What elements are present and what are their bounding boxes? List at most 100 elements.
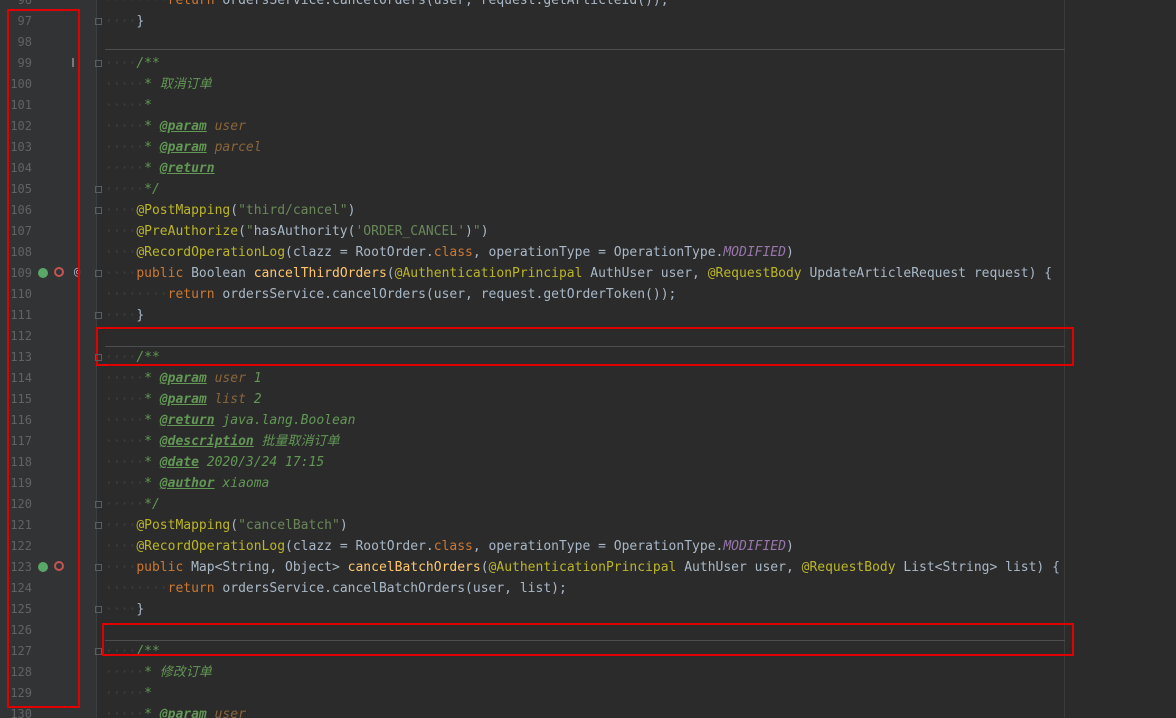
code-line[interactable]: ········return ordersService.cancelOrder… [105, 0, 669, 11]
code-line[interactable]: ·····* [105, 95, 152, 116]
fold-marker-icon[interactable] [95, 270, 102, 277]
code-token: ) [465, 224, 473, 239]
code-token: return [167, 287, 223, 302]
code-token: ···· [105, 518, 137, 533]
code-line[interactable]: ·····* @param parcel [105, 137, 262, 158]
code-token: @PostMapping [136, 203, 231, 218]
code-token: ···· [105, 539, 137, 554]
fold-marker-icon[interactable] [95, 564, 102, 571]
fold-marker-icon[interactable] [95, 186, 102, 193]
code-token: @param [159, 371, 207, 386]
fold-marker-icon[interactable] [95, 606, 102, 613]
fold-marker-icon[interactable] [95, 207, 102, 214]
code-token: @RequestBody [801, 560, 904, 575]
code-token: */ [144, 182, 160, 197]
code-token: ···· [105, 560, 137, 575]
code-line[interactable]: ····public Map<String, Object> cancelBat… [105, 557, 1060, 578]
code-token: ····· [105, 413, 145, 428]
highlight-box-separator-1 [96, 327, 1074, 366]
code-line[interactable]: ····@PostMapping("third/cancel") [105, 200, 355, 221]
code-line[interactable]: ·····* @date 2020/3/24 17:15 [105, 452, 324, 473]
code-token: @PreAuthorize [136, 224, 239, 239]
fold-marker-icon[interactable] [95, 522, 102, 529]
code-token: /** [136, 56, 160, 71]
code-line[interactable]: ·····* @param user 1 [105, 368, 262, 389]
code-token: ····· [105, 77, 145, 92]
code-line[interactable]: ····@PreAuthorize("hasAuthority('ORDER_C… [105, 221, 489, 242]
code-line[interactable]: ·····* 取消订单 [105, 74, 212, 95]
fold-marker-icon[interactable] [95, 648, 102, 655]
code-token: @RequestBody [707, 266, 810, 281]
code-line[interactable]: ····} [105, 11, 144, 32]
code-line[interactable]: ·····* @return [105, 158, 215, 179]
code-token: ········ [105, 581, 168, 596]
fold-marker-icon[interactable] [95, 354, 102, 361]
code-token: AuthUser user, [590, 266, 708, 281]
code-line[interactable]: ·····* [105, 683, 152, 704]
code-token: @AuthenticationPrincipal [394, 266, 591, 281]
code-line[interactable]: ·····* @param user [105, 704, 246, 718]
code-token: hasAuthority( [253, 224, 356, 239]
code-line[interactable]: ·····*/ [105, 179, 160, 200]
code-token: ····· [105, 455, 145, 470]
code-token: , operationType = OperationType. [472, 539, 724, 554]
code-line[interactable]: ········return ordersService.cancelOrder… [105, 284, 676, 305]
code-token: ····· [105, 140, 145, 155]
code-line[interactable]: ·····* @param user [105, 116, 246, 137]
code-line[interactable]: ·····* @description 批量取消订单 [105, 431, 340, 452]
code-line[interactable]: ·····* @author xiaoma [105, 473, 269, 494]
code-token: AuthUser user, [684, 560, 802, 575]
code-token: * [144, 434, 160, 449]
code-token: * [144, 98, 152, 113]
code-token: java.lang.Boolean [214, 413, 356, 428]
code-line[interactable]: ·····* @param list 2 [105, 389, 262, 410]
code-token: ···· [105, 14, 137, 29]
fold-marker-icon[interactable] [95, 60, 102, 67]
code-line[interactable]: ····public Boolean cancelThirdOrders(@Au… [105, 263, 1052, 284]
code-token: ) [347, 203, 356, 218]
code-editor[interactable]: 96 97 98 99 100 101 102 103 104 105 106 107 108 109 11… [0, 0, 1176, 718]
fold-marker-icon[interactable] [95, 501, 102, 508]
code-line[interactable]: ·····* 修改订单 [105, 662, 212, 683]
code-token: ····· [105, 707, 145, 718]
fold-marker-icon[interactable] [95, 312, 102, 319]
code-line[interactable]: ·····*/ [105, 494, 160, 515]
code-line[interactable]: ·····* @return java.lang.Boolean [105, 410, 355, 431]
code-line[interactable]: ····@RecordOperationLog(clazz = RootOrde… [105, 536, 794, 557]
code-line[interactable]: ····} [105, 305, 144, 326]
code-token: ( [230, 203, 239, 218]
highlight-box-separator-2 [102, 623, 1074, 656]
code-token: ····· [105, 497, 145, 512]
code-token: @param [159, 707, 207, 718]
code-line[interactable]: ········return ordersService.cancelBatch… [105, 578, 567, 599]
code-token: * [144, 119, 160, 134]
code-token: * [144, 161, 160, 176]
code-token: ···· [105, 224, 137, 239]
code-token: ····· [105, 434, 145, 449]
code-token: @return [159, 413, 215, 428]
fold-marker-icon[interactable] [95, 18, 102, 25]
code-line[interactable]: ····/** [105, 53, 160, 74]
code-token: ···· [105, 203, 137, 218]
code-line[interactable]: ····@PostMapping("cancelBatch") [105, 515, 348, 536]
code-token: * [144, 686, 152, 701]
code-token: ) [339, 518, 348, 533]
code-token: (clazz = RootOrder. [285, 539, 434, 554]
code-token: * [144, 392, 160, 407]
code-token: ····· [105, 119, 145, 134]
code-token: * 取消订单 [144, 77, 212, 92]
code-token: @param [159, 119, 207, 134]
code-token: cancelThirdOrders [253, 266, 387, 281]
code-token: 批量取消订单 [253, 434, 340, 449]
code-token: @author [159, 476, 215, 491]
code-token: @PostMapping [136, 518, 231, 533]
code-line[interactable]: ····} [105, 599, 144, 620]
code-token: UpdateArticleRequest request) { [809, 266, 1053, 281]
code-token: , operationType = OperationType. [472, 245, 724, 260]
code-line[interactable]: ····@RecordOperationLog(clazz = RootOrde… [105, 242, 794, 263]
code-token: } [136, 14, 145, 29]
